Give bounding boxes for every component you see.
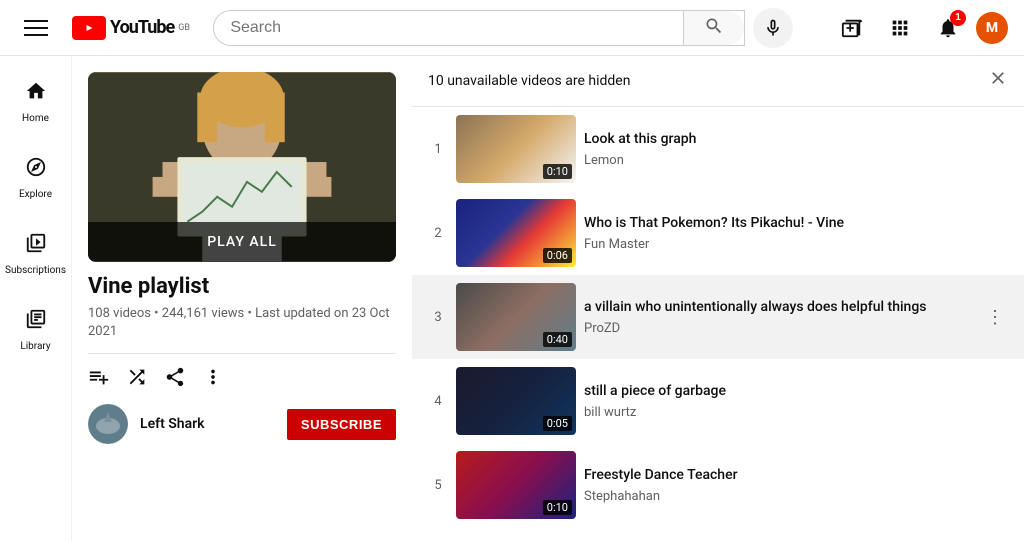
- channel-row: Left Shark SUBSCRIBE: [88, 404, 396, 444]
- library-icon: [25, 308, 47, 335]
- playlist-actions: [88, 353, 396, 388]
- header-left: YouTube GB: [16, 8, 190, 48]
- video-info: Who is That Pokemon? Its Pikachu! - Vine…: [584, 214, 974, 251]
- sidebar-item-home[interactable]: Home: [4, 68, 68, 136]
- hamburger-menu-button[interactable]: [16, 8, 56, 48]
- play-all-overlay[interactable]: PLAY ALL: [88, 222, 396, 262]
- video-title: Look at this graph: [584, 130, 974, 148]
- youtube-gb: GB: [178, 23, 190, 33]
- search-bar: [213, 10, 745, 46]
- video-thumbnail: 0:05: [456, 367, 576, 435]
- video-thumbnail: 0:10: [456, 115, 576, 183]
- sidebar-item-explore[interactable]: Explore: [4, 144, 68, 212]
- video-thumbnail: 0:40: [456, 283, 576, 351]
- youtube-logo[interactable]: YouTube GB: [72, 16, 190, 40]
- shuffle-button[interactable]: [126, 366, 148, 388]
- video-title: Freestyle Dance Teacher: [584, 466, 974, 484]
- body: Home Explore Subscriptions Library: [0, 56, 1024, 541]
- channel-avatar[interactable]: [88, 404, 128, 444]
- video-channel: Fun Master: [584, 237, 974, 252]
- search-container: [213, 8, 793, 48]
- video-info: a villain who unintentionally always doe…: [584, 298, 974, 335]
- header: YouTube GB: [0, 0, 1024, 56]
- video-number: 4: [428, 394, 448, 409]
- channel-name: Left Shark: [140, 416, 275, 432]
- video-number: 2: [428, 226, 448, 241]
- video-info: Look at this graph Lemon: [584, 130, 974, 167]
- video-title: a villain who unintentionally always doe…: [584, 298, 974, 316]
- more-actions-button[interactable]: [202, 366, 224, 388]
- video-item[interactable]: 3 0:40 a villain who unintentionally alw…: [412, 275, 1024, 359]
- left-panel: PLAY ALL Vine playlist 108 videos • 244,…: [72, 56, 412, 541]
- video-channel: bill wurtz: [584, 405, 974, 420]
- video-item[interactable]: 5 0:10 Freestyle Dance Teacher Stephahah…: [412, 443, 1024, 527]
- video-duration: 0:40: [543, 332, 572, 347]
- video-title: Who is That Pokemon? Its Pikachu! - Vine: [584, 214, 974, 232]
- hidden-videos-banner: 10 unavailable videos are hidden: [412, 56, 1024, 107]
- playlist-meta: 108 videos • 244,161 views • Last update…: [88, 305, 396, 341]
- video-number: 3: [428, 310, 448, 325]
- apps-icon: [889, 17, 911, 39]
- home-icon: [25, 80, 47, 107]
- explore-icon: [25, 156, 47, 183]
- sidebar-explore-label: Explore: [19, 189, 52, 200]
- sidebar: Home Explore Subscriptions Library: [0, 56, 72, 541]
- mic-icon: [763, 18, 783, 38]
- playlist-title: Vine playlist: [88, 274, 396, 299]
- search-button[interactable]: [683, 11, 744, 45]
- apps-button[interactable]: [880, 8, 920, 48]
- search-icon: [704, 16, 724, 36]
- video-channel: ProZD: [584, 321, 974, 336]
- channel-avatar-image: [88, 404, 128, 444]
- video-info: still a piece of garbage bill wurtz: [584, 382, 974, 419]
- notifications-button[interactable]: 1: [928, 8, 968, 48]
- share-icon: [164, 366, 186, 388]
- youtube-icon: [72, 16, 106, 40]
- video-number: 5: [428, 478, 448, 493]
- playlist-thumbnail[interactable]: PLAY ALL: [88, 72, 396, 262]
- video-more-button[interactable]: ⋮: [982, 303, 1008, 332]
- close-banner-button[interactable]: [988, 68, 1008, 94]
- video-item[interactable]: 1 0:10 Look at this graph Lemon ⋮: [412, 107, 1024, 191]
- video-item[interactable]: 2 0:06 Who is That Pokemon? Its Pikachu!…: [412, 191, 1024, 275]
- sidebar-library-label: Library: [20, 341, 50, 352]
- add-to-queue-icon: [88, 366, 110, 388]
- mic-button[interactable]: [753, 8, 793, 48]
- shuffle-icon: [126, 366, 148, 388]
- sidebar-subscriptions-label: Subscriptions: [5, 265, 66, 276]
- sidebar-home-label: Home: [22, 113, 49, 124]
- video-title: still a piece of garbage: [584, 382, 974, 400]
- header-right: 1 M: [832, 8, 1008, 48]
- main: PLAY ALL Vine playlist 108 videos • 244,…: [72, 56, 1024, 541]
- subscribe-button[interactable]: SUBSCRIBE: [287, 409, 396, 440]
- video-thumbnail: 0:06: [456, 199, 576, 267]
- video-thumbnail: 0:10: [456, 451, 576, 519]
- youtube-wordmark: YouTube: [110, 17, 174, 38]
- hidden-videos-text: 10 unavailable videos are hidden: [428, 73, 630, 89]
- add-to-queue-button[interactable]: [88, 366, 110, 388]
- notification-badge: 1: [950, 10, 966, 26]
- video-duration: 0:06: [543, 248, 572, 263]
- video-duration: 0:10: [543, 164, 572, 179]
- sidebar-item-subscriptions[interactable]: Subscriptions: [4, 220, 68, 288]
- video-channel: Stephahahan: [584, 489, 974, 504]
- video-info: Freestyle Dance Teacher Stephahahan: [584, 466, 974, 503]
- subscriptions-icon: [25, 232, 47, 259]
- right-panel: 10 unavailable videos are hidden 1 0:10 …: [412, 56, 1024, 541]
- video-item[interactable]: 4 0:05 still a piece of garbage bill wur…: [412, 359, 1024, 443]
- more-icon: [202, 366, 224, 388]
- sidebar-item-library[interactable]: Library: [4, 296, 68, 364]
- create-icon: [841, 17, 863, 39]
- video-number: 1: [428, 142, 448, 157]
- avatar[interactable]: M: [976, 12, 1008, 44]
- video-duration: 0:05: [543, 416, 572, 431]
- video-duration: 0:10: [543, 500, 572, 515]
- video-list: 1 0:10 Look at this graph Lemon ⋮ 2 0:06…: [412, 107, 1024, 527]
- close-icon: [988, 68, 1008, 88]
- share-button[interactable]: [164, 366, 186, 388]
- search-input[interactable]: [214, 11, 683, 45]
- create-button[interactable]: [832, 8, 872, 48]
- hamburger-icon: [24, 20, 48, 36]
- video-channel: Lemon: [584, 153, 974, 168]
